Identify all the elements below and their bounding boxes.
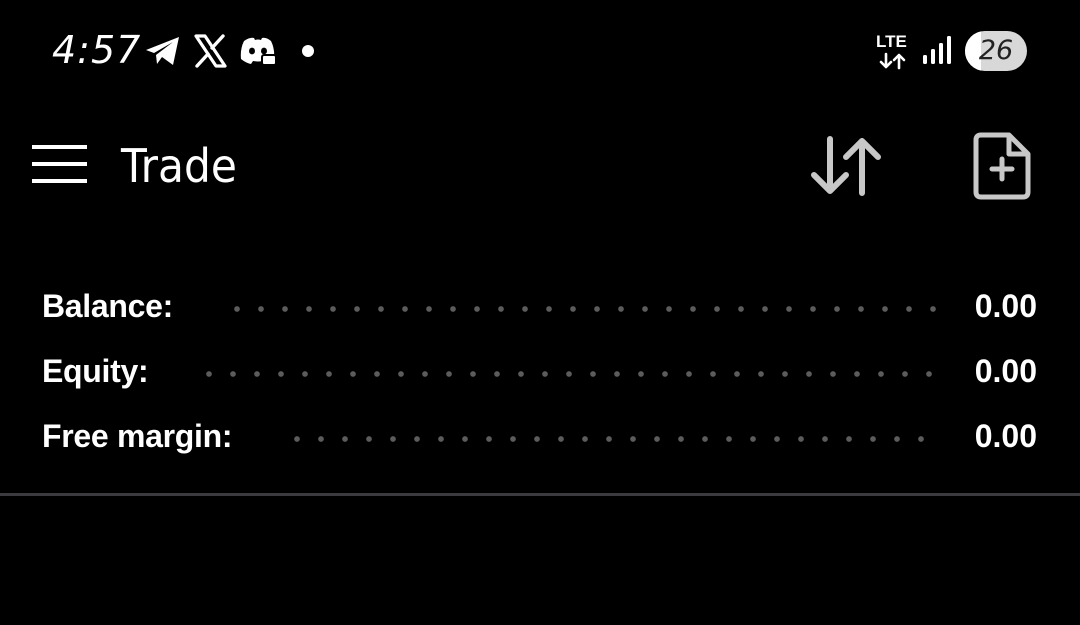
equity-value: 0.00	[974, 353, 1037, 389]
balance-value: 0.00	[974, 288, 1037, 324]
discord-icon	[238, 30, 278, 72]
battery-level: 26	[978, 35, 1014, 66]
account-summary: Balance: 0.00 Equity: 0.00 Free margin: …	[0, 272, 1080, 467]
network-type-label: LTE	[876, 32, 907, 51]
page-title: Trade	[121, 139, 237, 193]
data-activity-icon	[879, 52, 906, 70]
battery-indicator: 26	[965, 31, 1027, 71]
status-bar: 4:57 LTE 26	[0, 0, 1080, 100]
sort-arrows-icon	[811, 136, 881, 196]
leader-dots	[285, 435, 933, 443]
dot-icon	[298, 30, 318, 72]
leader-dots	[197, 370, 941, 378]
equity-row: Equity: 0.00	[0, 337, 1080, 402]
telegram-icon	[143, 30, 183, 72]
status-time: 4:57	[52, 28, 142, 72]
app-bar: Trade	[0, 110, 1080, 222]
free-margin-row: Free margin: 0.00	[0, 402, 1080, 467]
sort-button[interactable]	[800, 126, 892, 206]
free-margin-value: 0.00	[974, 418, 1037, 454]
equity-label: Equity:	[42, 353, 149, 389]
free-margin-label: Free margin:	[42, 418, 233, 454]
network-indicator: LTE	[876, 32, 914, 72]
file-plus-icon	[973, 132, 1031, 200]
new-order-button[interactable]	[960, 124, 1044, 208]
leader-dots	[225, 305, 945, 313]
x-icon	[192, 30, 228, 72]
signal-strength-icon	[920, 34, 954, 66]
hamburger-icon	[32, 145, 87, 183]
menu-button[interactable]	[22, 132, 98, 196]
divider	[0, 493, 1080, 496]
balance-label: Balance:	[42, 288, 173, 324]
balance-row: Balance: 0.00	[0, 272, 1080, 337]
